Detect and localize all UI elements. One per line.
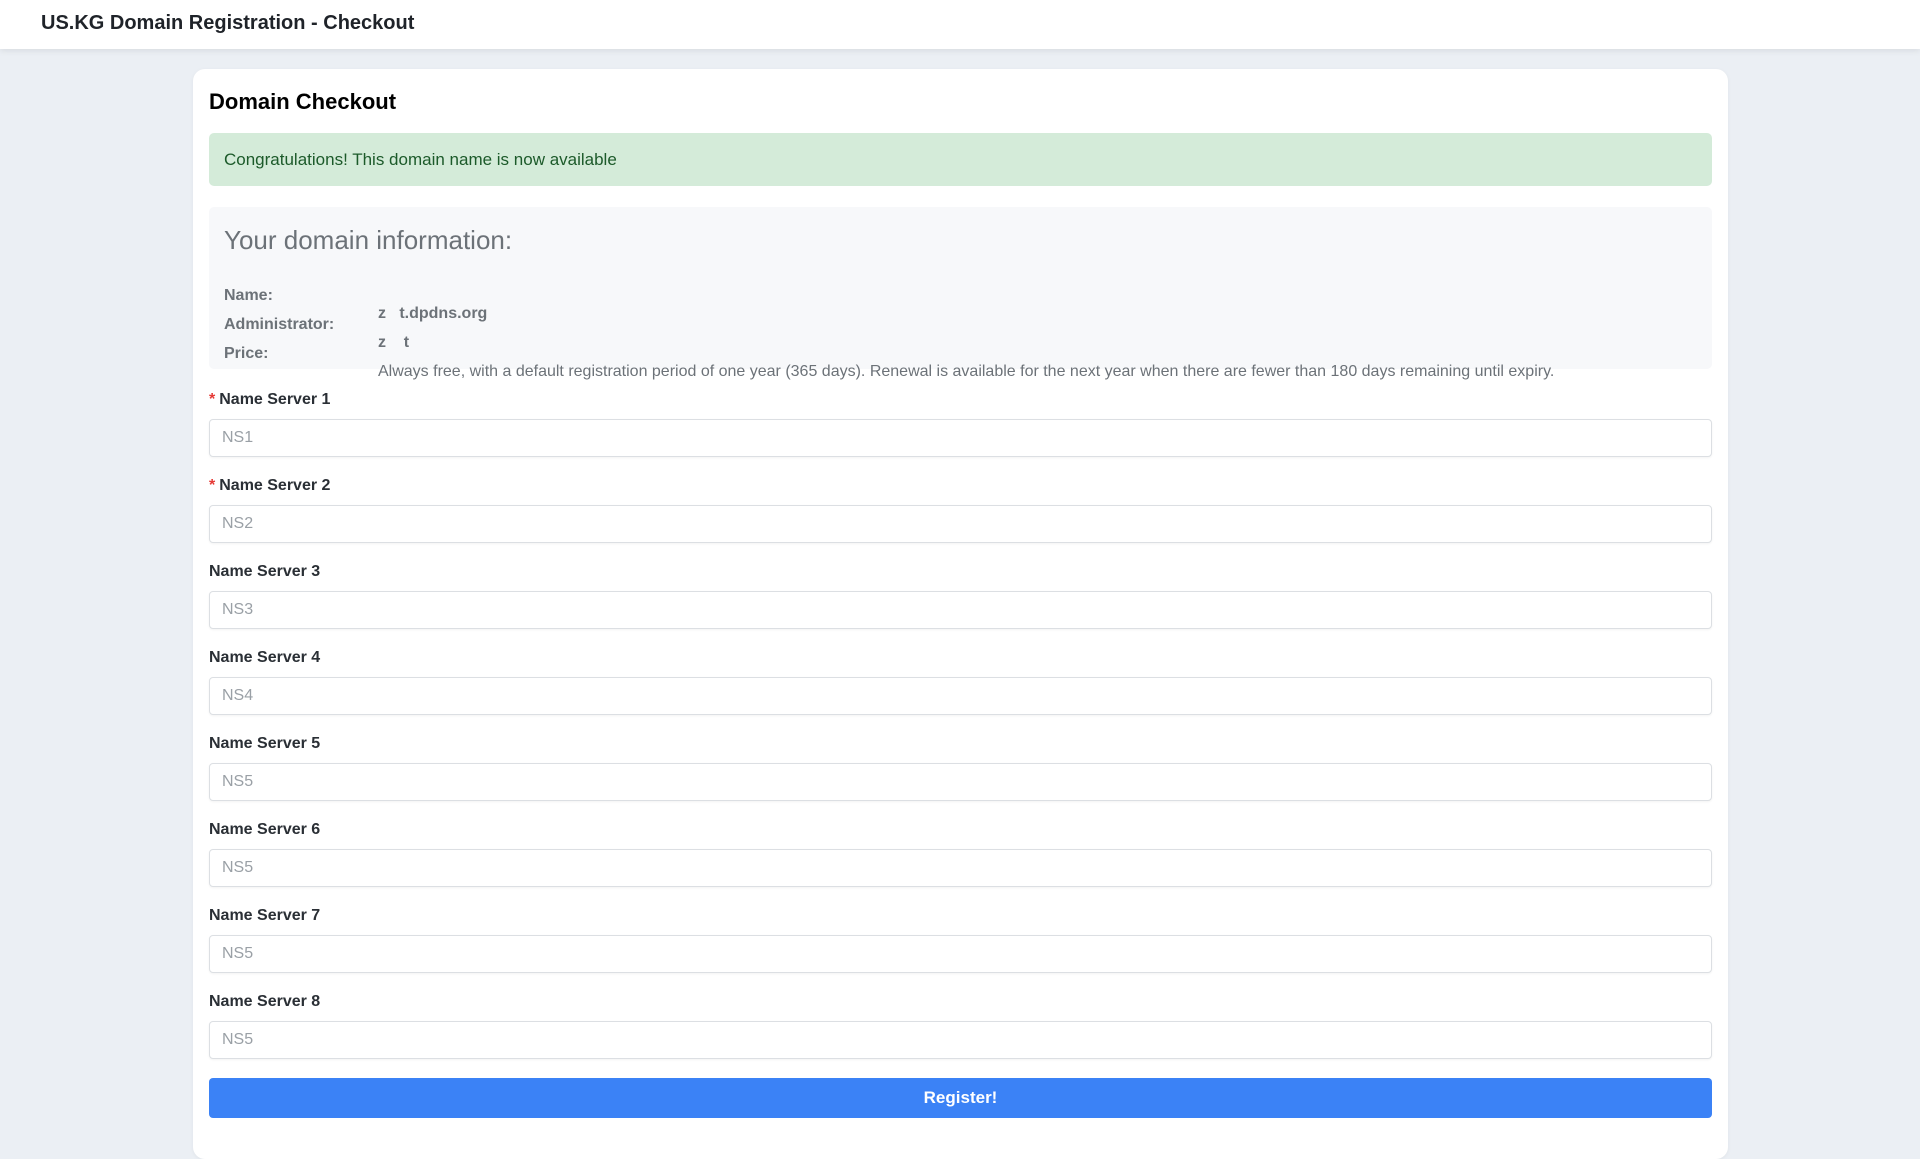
name-server-7-label: Name Server 7 [209, 907, 321, 924]
price-label: Price: [224, 345, 269, 362]
app-title: US.KG Domain Registration - Checkout [41, 12, 415, 34]
name-server-4-group: Name Server 4 [209, 649, 1712, 719]
name-server-7-group: Name Server 7 [209, 907, 1712, 977]
name-server-1-group: * Name Server 1 [209, 391, 1712, 461]
name-server-4-input[interactable] [209, 677, 1712, 715]
top-bar: US.KG Domain Registration - Checkout [0, 0, 1920, 49]
required-marker: * [209, 477, 216, 494]
name-server-6-group: Name Server 6 [209, 821, 1712, 891]
name-server-8-group: Name Server 8 [209, 993, 1712, 1063]
page-title: Domain Checkout [209, 89, 397, 114]
required-marker: * [209, 391, 216, 408]
name-server-2-label: * Name Server 2 [209, 477, 1712, 499]
name-server-2-group: * Name Server 2 [209, 477, 1712, 547]
domain-info-title: Your domain information: [224, 225, 513, 255]
domain-info-panel: Your domain information: Name: z t.dpdns… [209, 207, 1712, 380]
name-server-8-label: Name Server 8 [209, 993, 321, 1010]
name-server-3-label: Name Server 3 [209, 563, 321, 580]
name-server-1-input[interactable] [209, 419, 1712, 457]
name-server-7-input[interactable] [209, 935, 1712, 973]
label-text: Name Server 1 [219, 391, 331, 408]
name-server-5-group: Name Server 5 [209, 735, 1712, 805]
name-server-6-input[interactable] [209, 849, 1712, 887]
name-server-8-input[interactable] [209, 1021, 1712, 1059]
price-value: Always free, with a default registration… [378, 363, 1555, 380]
name-server-5-input[interactable] [209, 763, 1712, 801]
name-server-2-input[interactable] [209, 505, 1712, 543]
register-button[interactable]: Register! [209, 1078, 1712, 1118]
name-server-3-group: Name Server 3 [209, 563, 1712, 633]
name-server-5-label: Name Server 5 [209, 735, 321, 752]
administrator-value: z t [378, 334, 410, 351]
name-server-3-input[interactable] [209, 591, 1712, 629]
success-alert: Congratulations! This domain name is now… [209, 133, 1712, 186]
name-server-6-label: Name Server 6 [209, 821, 321, 838]
label-text: Name Server 2 [219, 477, 331, 494]
name-value: z t.dpdns.org [378, 305, 488, 322]
price-row: Price: Always free, with a default regis… [224, 327, 1554, 399]
name-server-1-label: * Name Server 1 [209, 391, 1712, 413]
checkout-card: Domain Checkout Congratulations! This do… [193, 69, 1728, 1159]
name-server-4-label: Name Server 4 [209, 649, 321, 666]
